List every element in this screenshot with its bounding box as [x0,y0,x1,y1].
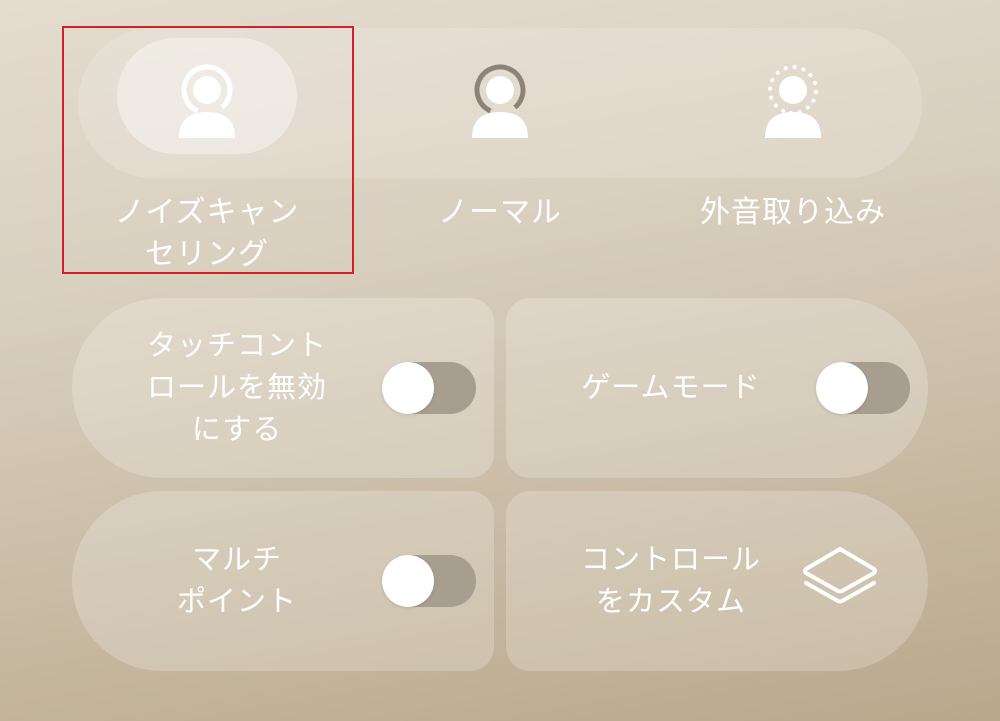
touch-control-toggle[interactable] [382,362,476,414]
touch-control-label: タッチコント ロールを無効 にする [146,328,327,446]
game-mode-toggle[interactable] [816,362,910,414]
game-mode-label: ゲームモード [581,370,761,404]
normal-mode-icon [472,64,528,138]
toggle-knob [382,362,434,414]
mode-ambient-sound-label: 外音取り込み [700,195,886,230]
layers-icon [803,547,877,604]
multipoint-toggle[interactable] [382,555,476,607]
toggle-knob [382,555,434,607]
noise-cancelling-icon [179,64,235,138]
customize-controls-card[interactable]: コントロール をカスタム [506,491,928,671]
mode-normal-label: ノーマル [438,195,562,230]
mode-noise-cancelling-label: ノイズキャン セリング [114,195,300,272]
mode-noise-cancelling[interactable]: ノイズキャン セリング [62,0,352,280]
touch-control-card[interactable]: タッチコント ロールを無効 にする [72,298,494,478]
multipoint-card[interactable]: マルチ ポイント [72,491,494,671]
customize-controls-label: コントロール をカスタム [580,542,761,618]
ambient-sound-icon [765,65,821,138]
multipoint-label: マルチ ポイント [176,542,297,618]
game-mode-card[interactable]: ゲームモード [506,298,928,478]
toggle-knob [816,362,868,414]
mode-normal[interactable]: ノーマル [355,0,645,280]
mode-ambient-sound[interactable]: 外音取り込み [648,0,938,280]
